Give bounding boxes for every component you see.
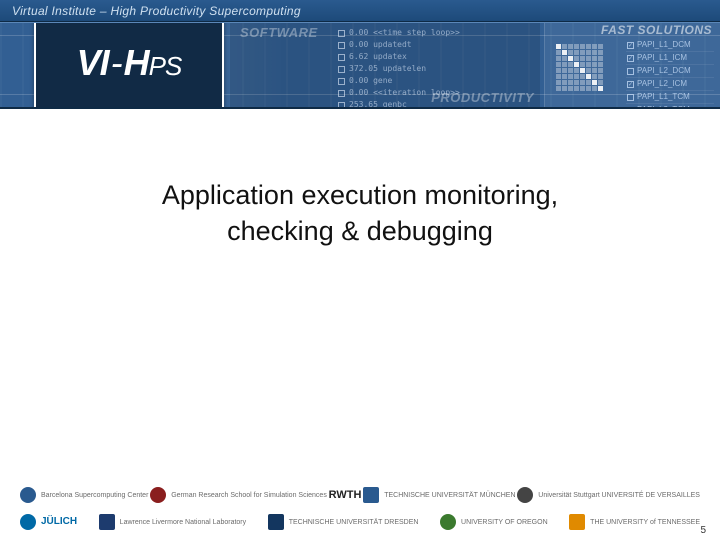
software-tree: 0.00 <<time step loop>> 0.00 updatedt 6.…	[338, 27, 460, 108]
fast-item: PAPI_L1_ICM	[637, 52, 687, 64]
partner-label: JÜLICH	[41, 517, 77, 527]
partner-label: Barcelona Supercomputing Center	[41, 492, 148, 499]
fast-solutions-panel: FAST SOLUTIONS ✓PAPI_L1_DCM ✓PAPI_L1_ICM…	[544, 23, 720, 107]
banner-word-fast: FAST SOLUTIONS	[601, 23, 712, 37]
fast-diagonal-matrix	[555, 43, 619, 91]
partner-logo-juelich: JÜLICH	[20, 514, 77, 530]
institute-text: Virtual Institute – High Productivity Su…	[12, 4, 301, 18]
oregon-icon	[440, 514, 456, 530]
partner-label: UNIVERSITY OF OREGON	[461, 519, 548, 526]
fast-item: PAPI_L2_DCM	[637, 65, 691, 77]
juelich-icon	[20, 514, 36, 530]
footer: Barcelona Supercomputing Center German R…	[0, 480, 720, 540]
software-panel: SOFTWARE PRODUCTIVITY 0.00 <<time step l…	[230, 23, 540, 107]
institute-bar: Virtual Institute – High Productivity Su…	[0, 0, 720, 22]
title-line-2: checking & debugging	[227, 216, 493, 246]
partner-label: RWTH	[329, 490, 362, 501]
slide: Virtual Institute – High Productivity Su…	[0, 0, 720, 540]
stuttgart-icon	[517, 487, 533, 503]
llnl-icon	[99, 514, 115, 530]
tree-row: 0.00 <<iteration loop>>	[349, 87, 460, 99]
fast-checklist: ✓PAPI_L1_DCM ✓PAPI_L1_ICM PAPI_L2_DCM ✓P…	[626, 39, 714, 108]
partner-label: Lawrence Livermore National Laboratory	[120, 519, 246, 526]
footer-row-2: JÜLICH Lawrence Livermore National Labor…	[0, 508, 720, 536]
vihps-logo-text: VI-HPS	[77, 42, 182, 84]
bsc-icon	[20, 487, 36, 503]
tum-icon	[363, 487, 379, 503]
partner-logo-tum: TECHNISCHE UNIVERSITÄT MÜNCHEN	[363, 487, 515, 503]
partner-label: THE UNIVERSITY of TENNESSEE	[590, 519, 700, 526]
partner-logo-bsc: Barcelona Supercomputing Center	[20, 487, 148, 503]
fast-item: PAPI_L1_TCM	[637, 91, 690, 103]
fast-item: PAPI_L2_TCM	[637, 104, 690, 108]
partner-label: Universität Stuttgart	[538, 492, 599, 499]
partner-logo-grs: German Research School for Simulation Sc…	[150, 487, 327, 503]
partner-logo-oregon: UNIVERSITY OF OREGON	[440, 514, 548, 530]
ut-icon	[569, 514, 585, 530]
partner-logo-rwth: RWTH	[329, 490, 362, 501]
tree-row: 6.62 updatex	[349, 51, 407, 63]
banner-word-software: SOFTWARE	[240, 25, 318, 40]
tree-row: 253.65 genbc	[349, 99, 407, 108]
partner-logo-stuttgart: Universität Stuttgart	[517, 487, 599, 503]
tud-icon	[268, 514, 284, 530]
partner-logo-versailles: UNIVERSITÉ DE VERSAILLES	[602, 492, 700, 499]
banner: SOFTWARE PRODUCTIVITY 0.00 <<time step l…	[0, 22, 720, 108]
vihps-logo: VI-HPS	[34, 22, 224, 108]
tree-row: 0.00 gene	[349, 75, 392, 87]
partner-logo-tennessee: THE UNIVERSITY of TENNESSEE	[569, 514, 700, 530]
partner-logo-tudresden: TECHNISCHE UNIVERSITÄT DRESDEN	[268, 514, 419, 530]
grs-icon	[150, 487, 166, 503]
fast-item: PAPI_L2_ICM	[637, 78, 687, 90]
partner-label: TECHNISCHE UNIVERSITÄT DRESDEN	[289, 519, 419, 526]
partner-logo-llnl: Lawrence Livermore National Laboratory	[99, 514, 246, 530]
partner-label: UNIVERSITÉ DE VERSAILLES	[602, 492, 700, 499]
page-number: 5	[700, 525, 706, 536]
tree-row: 0.00 updatedt	[349, 39, 412, 51]
partner-label: German Research School for Simulation Sc…	[171, 492, 327, 499]
content-area: Application execution monitoring, checki…	[0, 109, 720, 480]
fast-item: PAPI_L1_DCM	[637, 39, 691, 51]
tree-row: 0.00 <<time step loop>>	[349, 27, 460, 39]
title-line-1: Application execution monitoring,	[162, 180, 558, 210]
slide-title: Application execution monitoring, checki…	[162, 177, 558, 250]
footer-row-1: Barcelona Supercomputing Center German R…	[0, 480, 720, 508]
partner-label: TECHNISCHE UNIVERSITÄT MÜNCHEN	[384, 492, 515, 499]
tree-row: 372.05 updatelen	[349, 63, 426, 75]
